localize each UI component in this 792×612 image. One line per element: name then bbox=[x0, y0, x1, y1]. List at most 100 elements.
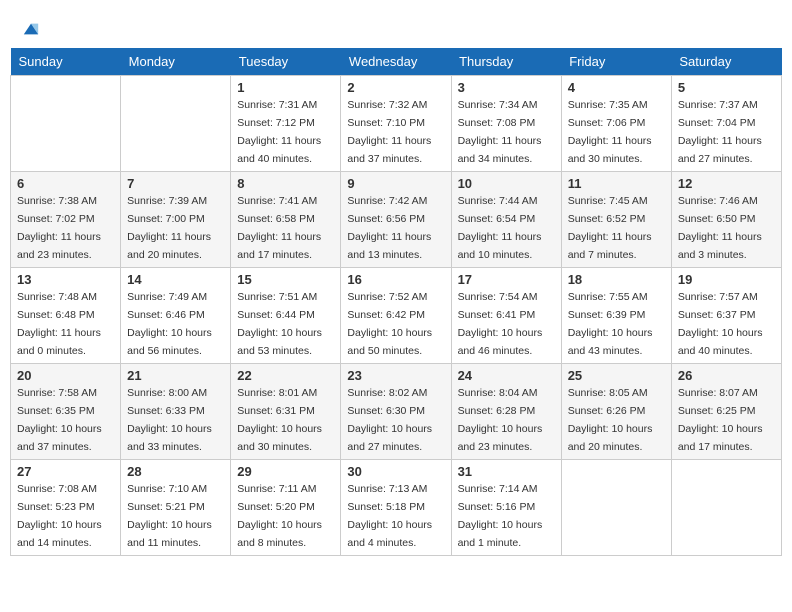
sunrise-info: Sunrise: 7:39 AM bbox=[127, 195, 207, 207]
day-of-week-header: Wednesday bbox=[341, 48, 451, 76]
sunrise-info: Sunrise: 7:45 AM bbox=[568, 195, 648, 207]
day-number: 23 bbox=[347, 368, 444, 383]
day-number: 26 bbox=[678, 368, 775, 383]
sunset-info: Sunset: 7:08 PM bbox=[458, 117, 536, 129]
day-of-week-header: Thursday bbox=[451, 48, 561, 76]
daylight-info: Daylight: 10 hours and 8 minutes. bbox=[237, 519, 322, 549]
sunset-info: Sunset: 6:37 PM bbox=[678, 309, 756, 321]
daylight-info: Daylight: 11 hours and 0 minutes. bbox=[17, 327, 101, 357]
daylight-info: Daylight: 10 hours and 23 minutes. bbox=[458, 423, 543, 453]
calendar-cell: 18 Sunrise: 7:55 AM Sunset: 6:39 PM Dayl… bbox=[561, 268, 671, 364]
day-number: 31 bbox=[458, 464, 555, 479]
daylight-info: Daylight: 11 hours and 20 minutes. bbox=[127, 231, 211, 261]
sunset-info: Sunset: 6:50 PM bbox=[678, 213, 756, 225]
daylight-info: Daylight: 10 hours and 1 minute. bbox=[458, 519, 543, 549]
sunrise-info: Sunrise: 8:04 AM bbox=[458, 387, 538, 399]
page-header bbox=[10, 10, 782, 43]
day-number: 11 bbox=[568, 176, 665, 191]
sunset-info: Sunset: 5:21 PM bbox=[127, 501, 205, 513]
day-number: 8 bbox=[237, 176, 334, 191]
sunrise-info: Sunrise: 7:10 AM bbox=[127, 483, 207, 495]
sunset-info: Sunset: 6:25 PM bbox=[678, 405, 756, 417]
day-number: 15 bbox=[237, 272, 334, 287]
sunset-info: Sunset: 7:02 PM bbox=[17, 213, 95, 225]
day-of-week-header: Tuesday bbox=[231, 48, 341, 76]
sunrise-info: Sunrise: 7:38 AM bbox=[17, 195, 97, 207]
sunset-info: Sunset: 6:42 PM bbox=[347, 309, 425, 321]
daylight-info: Daylight: 10 hours and 20 minutes. bbox=[568, 423, 653, 453]
daylight-info: Daylight: 10 hours and 43 minutes. bbox=[568, 327, 653, 357]
calendar-cell: 25 Sunrise: 8:05 AM Sunset: 6:26 PM Dayl… bbox=[561, 364, 671, 460]
sunrise-info: Sunrise: 8:07 AM bbox=[678, 387, 758, 399]
sunrise-info: Sunrise: 7:54 AM bbox=[458, 291, 538, 303]
day-number: 7 bbox=[127, 176, 224, 191]
calendar-cell: 31 Sunrise: 7:14 AM Sunset: 5:16 PM Dayl… bbox=[451, 460, 561, 556]
sunset-info: Sunset: 6:46 PM bbox=[127, 309, 205, 321]
daylight-info: Daylight: 11 hours and 7 minutes. bbox=[568, 231, 652, 261]
sunrise-info: Sunrise: 8:00 AM bbox=[127, 387, 207, 399]
day-number: 14 bbox=[127, 272, 224, 287]
sunrise-info: Sunrise: 7:35 AM bbox=[568, 99, 648, 111]
calendar-week-row: 1 Sunrise: 7:31 AM Sunset: 7:12 PM Dayli… bbox=[11, 76, 782, 172]
sunrise-info: Sunrise: 7:42 AM bbox=[347, 195, 427, 207]
daylight-info: Daylight: 11 hours and 3 minutes. bbox=[678, 231, 762, 261]
calendar-cell bbox=[11, 76, 121, 172]
calendar-cell: 16 Sunrise: 7:52 AM Sunset: 6:42 PM Dayl… bbox=[341, 268, 451, 364]
day-number: 29 bbox=[237, 464, 334, 479]
logo bbox=[20, 20, 40, 38]
daylight-info: Daylight: 11 hours and 17 minutes. bbox=[237, 231, 321, 261]
calendar-cell: 5 Sunrise: 7:37 AM Sunset: 7:04 PM Dayli… bbox=[671, 76, 781, 172]
sunset-info: Sunset: 5:16 PM bbox=[458, 501, 536, 513]
daylight-info: Daylight: 11 hours and 23 minutes. bbox=[17, 231, 101, 261]
day-number: 24 bbox=[458, 368, 555, 383]
calendar-cell: 17 Sunrise: 7:54 AM Sunset: 6:41 PM Dayl… bbox=[451, 268, 561, 364]
daylight-info: Daylight: 10 hours and 30 minutes. bbox=[237, 423, 322, 453]
calendar-cell bbox=[561, 460, 671, 556]
sunset-info: Sunset: 6:54 PM bbox=[458, 213, 536, 225]
day-of-week-header: Sunday bbox=[11, 48, 121, 76]
daylight-info: Daylight: 10 hours and 50 minutes. bbox=[347, 327, 432, 357]
day-number: 17 bbox=[458, 272, 555, 287]
calendar-cell: 27 Sunrise: 7:08 AM Sunset: 5:23 PM Dayl… bbox=[11, 460, 121, 556]
day-number: 28 bbox=[127, 464, 224, 479]
calendar-cell: 20 Sunrise: 7:58 AM Sunset: 6:35 PM Dayl… bbox=[11, 364, 121, 460]
calendar-cell: 12 Sunrise: 7:46 AM Sunset: 6:50 PM Dayl… bbox=[671, 172, 781, 268]
sunset-info: Sunset: 6:35 PM bbox=[17, 405, 95, 417]
day-number: 10 bbox=[458, 176, 555, 191]
sunrise-info: Sunrise: 7:44 AM bbox=[458, 195, 538, 207]
calendar-cell: 30 Sunrise: 7:13 AM Sunset: 5:18 PM Dayl… bbox=[341, 460, 451, 556]
sunrise-info: Sunrise: 7:49 AM bbox=[127, 291, 207, 303]
sunrise-info: Sunrise: 7:52 AM bbox=[347, 291, 427, 303]
day-number: 16 bbox=[347, 272, 444, 287]
sunrise-info: Sunrise: 8:01 AM bbox=[237, 387, 317, 399]
sunset-info: Sunset: 6:28 PM bbox=[458, 405, 536, 417]
daylight-info: Daylight: 11 hours and 37 minutes. bbox=[347, 135, 431, 165]
sunrise-info: Sunrise: 7:37 AM bbox=[678, 99, 758, 111]
sunset-info: Sunset: 6:44 PM bbox=[237, 309, 315, 321]
calendar-week-row: 27 Sunrise: 7:08 AM Sunset: 5:23 PM Dayl… bbox=[11, 460, 782, 556]
daylight-info: Daylight: 11 hours and 40 minutes. bbox=[237, 135, 321, 165]
calendar-cell bbox=[671, 460, 781, 556]
day-number: 1 bbox=[237, 80, 334, 95]
sunrise-info: Sunrise: 7:41 AM bbox=[237, 195, 317, 207]
sunrise-info: Sunrise: 7:32 AM bbox=[347, 99, 427, 111]
calendar-cell: 9 Sunrise: 7:42 AM Sunset: 6:56 PM Dayli… bbox=[341, 172, 451, 268]
sunrise-info: Sunrise: 7:31 AM bbox=[237, 99, 317, 111]
daylight-info: Daylight: 11 hours and 27 minutes. bbox=[678, 135, 762, 165]
daylight-info: Daylight: 10 hours and 27 minutes. bbox=[347, 423, 432, 453]
sunset-info: Sunset: 6:48 PM bbox=[17, 309, 95, 321]
sunrise-info: Sunrise: 7:34 AM bbox=[458, 99, 538, 111]
sunrise-info: Sunrise: 7:58 AM bbox=[17, 387, 97, 399]
calendar-cell: 2 Sunrise: 7:32 AM Sunset: 7:10 PM Dayli… bbox=[341, 76, 451, 172]
day-number: 3 bbox=[458, 80, 555, 95]
daylight-info: Daylight: 10 hours and 11 minutes. bbox=[127, 519, 212, 549]
day-number: 2 bbox=[347, 80, 444, 95]
day-of-week-header: Friday bbox=[561, 48, 671, 76]
sunset-info: Sunset: 7:06 PM bbox=[568, 117, 646, 129]
daylight-info: Daylight: 10 hours and 14 minutes. bbox=[17, 519, 102, 549]
day-number: 18 bbox=[568, 272, 665, 287]
calendar-week-row: 6 Sunrise: 7:38 AM Sunset: 7:02 PM Dayli… bbox=[11, 172, 782, 268]
daylight-info: Daylight: 11 hours and 30 minutes. bbox=[568, 135, 652, 165]
sunset-info: Sunset: 5:23 PM bbox=[17, 501, 95, 513]
sunrise-info: Sunrise: 8:05 AM bbox=[568, 387, 648, 399]
